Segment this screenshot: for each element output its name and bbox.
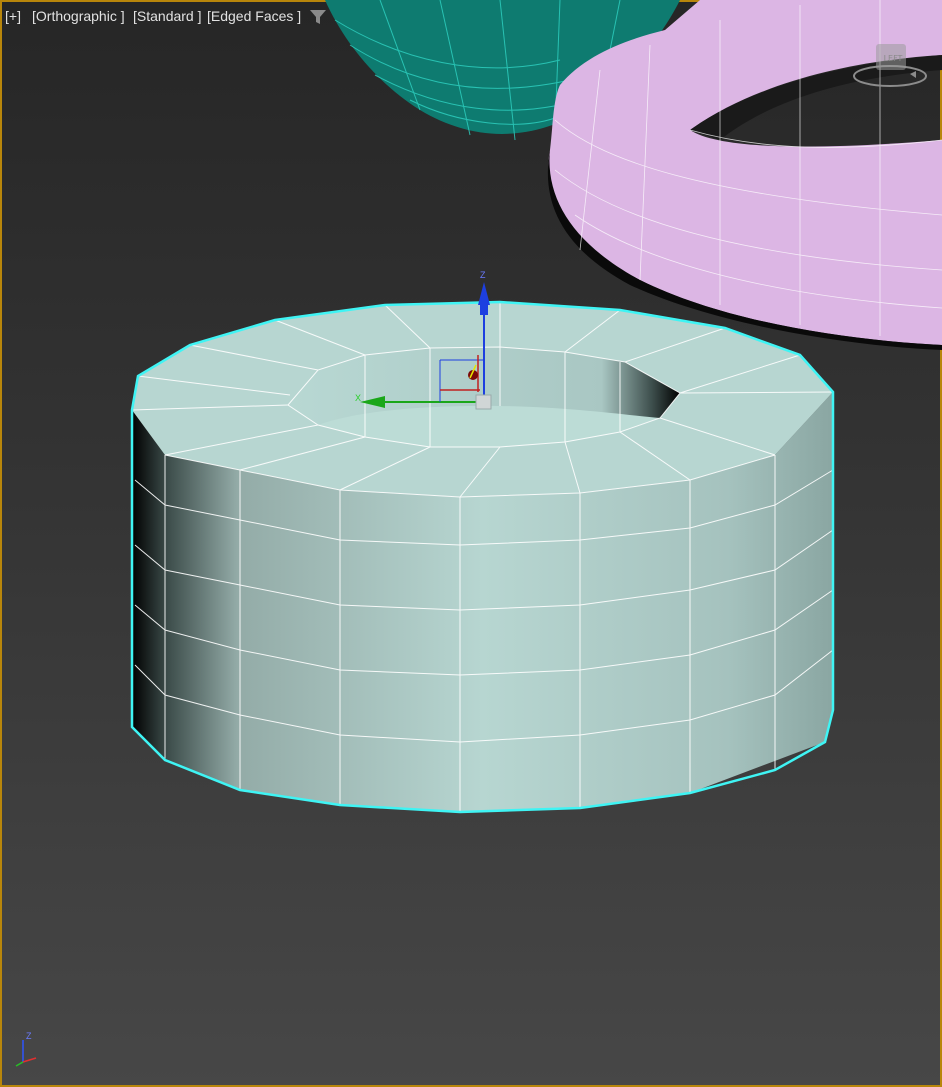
- viewcube-face-label: LEFT: [883, 54, 903, 63]
- viewport-plus-menu[interactable]: [+]: [5, 8, 21, 24]
- viewport-orthographic[interactable]: Z X [+] [Orthographic ] [Standard ] [Edg…: [0, 0, 942, 1087]
- funnel-icon[interactable]: [309, 9, 327, 25]
- tube-object-selected[interactable]: [130, 300, 835, 814]
- gizmo-z-label: Z: [480, 270, 486, 280]
- scene-canvas[interactable]: [0, 0, 942, 1087]
- viewport-display-label[interactable]: [Edged Faces ]: [207, 8, 301, 24]
- viewport-view-label[interactable]: [Orthographic ]: [32, 8, 125, 24]
- axis-tripod-label: Z: [26, 1031, 32, 1041]
- viewcube[interactable]: [850, 38, 930, 92]
- gizmo-x-label: X: [355, 393, 362, 403]
- viewport-shading-label[interactable]: [Standard ]: [133, 8, 202, 24]
